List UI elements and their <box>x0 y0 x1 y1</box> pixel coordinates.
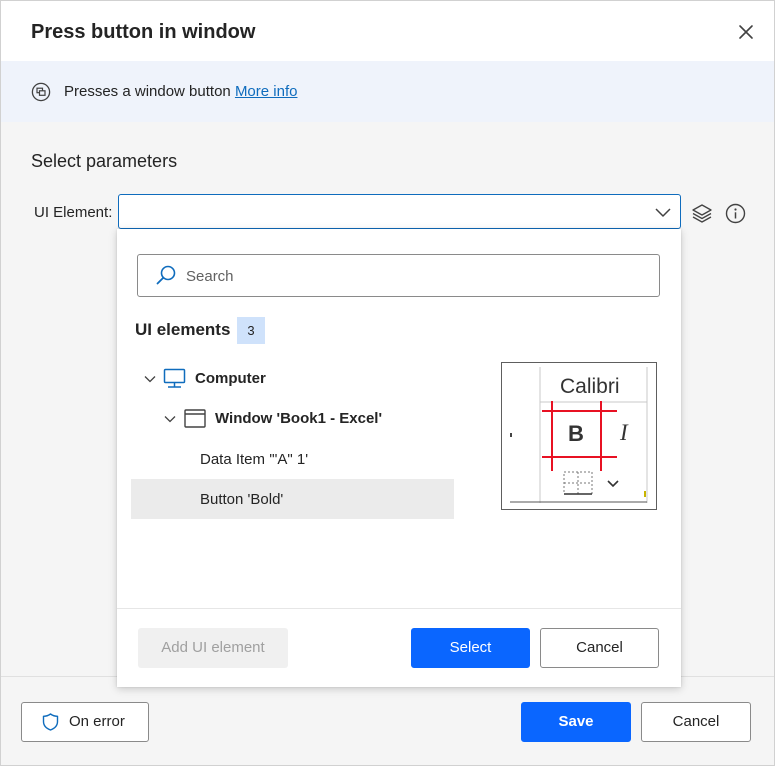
search-icon <box>156 265 176 285</box>
tree-item-computer[interactable]: Computer <box>195 370 266 410</box>
shield-icon <box>42 713 59 731</box>
info-icon[interactable] <box>725 203 746 224</box>
layers-icon[interactable] <box>691 202 713 224</box>
info-text: Presses a window button More info <box>64 83 297 100</box>
chevron-down-icon[interactable] <box>163 412 177 426</box>
save-button[interactable]: Save <box>521 702 631 742</box>
tree-item-button-bold[interactable]: Button 'Bold' <box>200 491 283 531</box>
tree-item-data-item[interactable]: Data Item '"A" 1' <box>200 451 308 491</box>
dialog-title: Press button in window <box>31 21 256 43</box>
dropdown-footer-divider <box>117 608 681 609</box>
search-input[interactable] <box>186 266 636 286</box>
ui-element-select[interactable] <box>118 194 681 229</box>
more-info-link[interactable]: More info <box>235 83 298 100</box>
tree-item-window[interactable]: Window 'Book1 - Excel' <box>215 410 382 450</box>
preview-font-name: Calibri <box>560 375 620 398</box>
close-icon[interactable] <box>734 20 758 44</box>
ui-elements-count-badge: 3 <box>237 317 265 344</box>
dropdown-cancel-button[interactable]: Cancel <box>540 628 659 668</box>
chevron-down-icon[interactable] <box>143 372 157 386</box>
info-description: Presses a window button <box>64 83 231 100</box>
chevron-down-icon[interactable] <box>654 203 672 221</box>
section-title: Select parameters <box>31 151 178 171</box>
ui-element-label: UI Element: <box>34 204 113 221</box>
window-icon <box>184 409 206 428</box>
preview-italic-glyph: I <box>620 420 628 445</box>
cancel-button[interactable]: Cancel <box>641 702 751 742</box>
add-ui-element-button[interactable]: Add UI element <box>138 628 288 668</box>
window-button-icon <box>31 82 51 102</box>
ui-elements-heading: UI elements <box>135 320 231 339</box>
computer-icon <box>163 368 186 388</box>
on-error-button[interactable]: On error <box>21 702 149 742</box>
select-button[interactable]: Select <box>411 628 530 668</box>
preview-bold-glyph: B <box>568 421 584 446</box>
element-preview-image: Calibri B I <box>501 362 657 510</box>
